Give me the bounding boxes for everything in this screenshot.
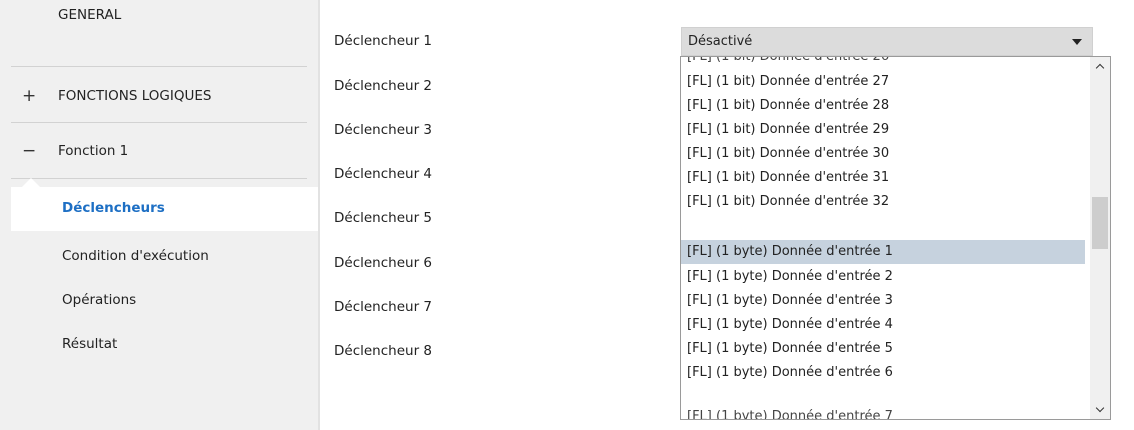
sidebar: GENERAL + FONCTIONS LOGIQUES − Fonction …: [0, 0, 320, 430]
dropdown-option[interactable]: [FL] (1 byte) Donnée d'entrée 5: [681, 337, 1085, 361]
sidebar-item-label: Opérations: [62, 292, 137, 308]
panel-separator: [318, 0, 320, 430]
sidebar-item-label: Condition d'exécution: [62, 248, 209, 264]
sidebar-item-resultat[interactable]: Résultat: [0, 322, 318, 366]
dropdown-option[interactable]: [FL] (1 bit) Donnée d'entrée 32: [681, 190, 1085, 214]
dropdown-option-selected[interactable]: [FL] (1 byte) Donnée d'entrée 1: [681, 240, 1085, 264]
param-label-declencheur-8: Déclencheur 8: [334, 343, 433, 359]
param-label-declencheur-7: Déclencheur 7: [334, 299, 433, 315]
chevron-up-icon: [1095, 63, 1105, 73]
sidebar-item-fonction-1[interactable]: − Fonction 1: [0, 124, 318, 178]
param-label-declencheur-1: Déclencheur 1: [334, 33, 433, 49]
sidebar-item-label: Résultat: [62, 336, 118, 352]
param-label-declencheur-5: Déclencheur 5: [334, 210, 433, 226]
sidebar-item-declencheurs[interactable]: Déclencheurs: [11, 187, 320, 231]
dropdown-option[interactable]: [FL] (1 bit) Donnée d'entrée 26: [681, 57, 1085, 69]
dropdown-scrollbar[interactable]: [1090, 57, 1110, 419]
dropdown-option[interactable]: [FL] (1 bit) Donnée d'entrée 27: [681, 70, 1085, 94]
dropdown-option[interactable]: [FL] (1 byte) Donnée d'entrée 3: [681, 289, 1085, 313]
dropdown-option[interactable]: [FL] (1 byte) Donnée d'entrée 7: [681, 405, 1085, 419]
param-label-declencheur-6: Déclencheur 6: [334, 255, 433, 271]
sidebar-item-general[interactable]: GENERAL: [0, 7, 318, 68]
param-label-declencheur-2: Déclencheur 2: [334, 78, 433, 94]
sidebar-item-fonctions-logiques[interactable]: + FONCTIONS LOGIQUES: [0, 68, 318, 124]
sidebar-item-operations[interactable]: Opérations: [0, 278, 318, 322]
chevron-down-icon[interactable]: [1072, 39, 1082, 45]
collapse-icon[interactable]: −: [22, 141, 36, 161]
sidebar-divider: [11, 122, 307, 123]
dropdown-options: [FL] (1 bit) Donnée d'entrée 26 [FL] (1 …: [681, 57, 1090, 419]
dropdown-option[interactable]: [FL] (1 bit) Donnée d'entrée 30: [681, 142, 1085, 166]
scroll-up-button[interactable]: [1090, 57, 1110, 75]
sidebar-item-label: GENERAL: [58, 7, 122, 23]
expand-icon[interactable]: +: [22, 86, 36, 106]
selection-notch: [22, 178, 40, 187]
sidebar-item-label: FONCTIONS LOGIQUES: [58, 88, 212, 104]
select-value: Désactivé: [688, 34, 753, 49]
dropdown-option[interactable]: [FL] (1 bit) Donnée d'entrée 28: [681, 94, 1085, 118]
sidebar-item-label: Déclencheurs: [62, 200, 165, 216]
dropdown-list[interactable]: [FL] (1 bit) Donnée d'entrée 26 [FL] (1 …: [680, 56, 1111, 420]
param-label-declencheur-4: Déclencheur 4: [334, 166, 433, 182]
sidebar-divider: [11, 66, 307, 67]
declencheur-1-select[interactable]: Désactivé: [681, 27, 1093, 56]
chevron-down-icon: [1095, 403, 1105, 413]
param-label-declencheur-3: Déclencheur 3: [334, 122, 433, 138]
dropdown-option[interactable]: [FL] (1 byte) Donnée d'entrée 2: [681, 265, 1085, 289]
sidebar-item-condition-execution[interactable]: Condition d'exécution: [0, 234, 318, 278]
sidebar-divider: [11, 178, 307, 179]
sidebar-item-label: Fonction 1: [58, 143, 129, 159]
dropdown-option[interactable]: [FL] (1 bit) Donnée d'entrée 31: [681, 166, 1085, 190]
scroll-thumb[interactable]: [1092, 197, 1108, 249]
dropdown-option[interactable]: [FL] (1 byte) Donnée d'entrée 6: [681, 361, 1085, 385]
scroll-down-button[interactable]: [1090, 401, 1110, 419]
dropdown-option[interactable]: [FL] (1 bit) Donnée d'entrée 29: [681, 118, 1085, 142]
dropdown-option[interactable]: [FL] (1 byte) Donnée d'entrée 4: [681, 313, 1085, 337]
